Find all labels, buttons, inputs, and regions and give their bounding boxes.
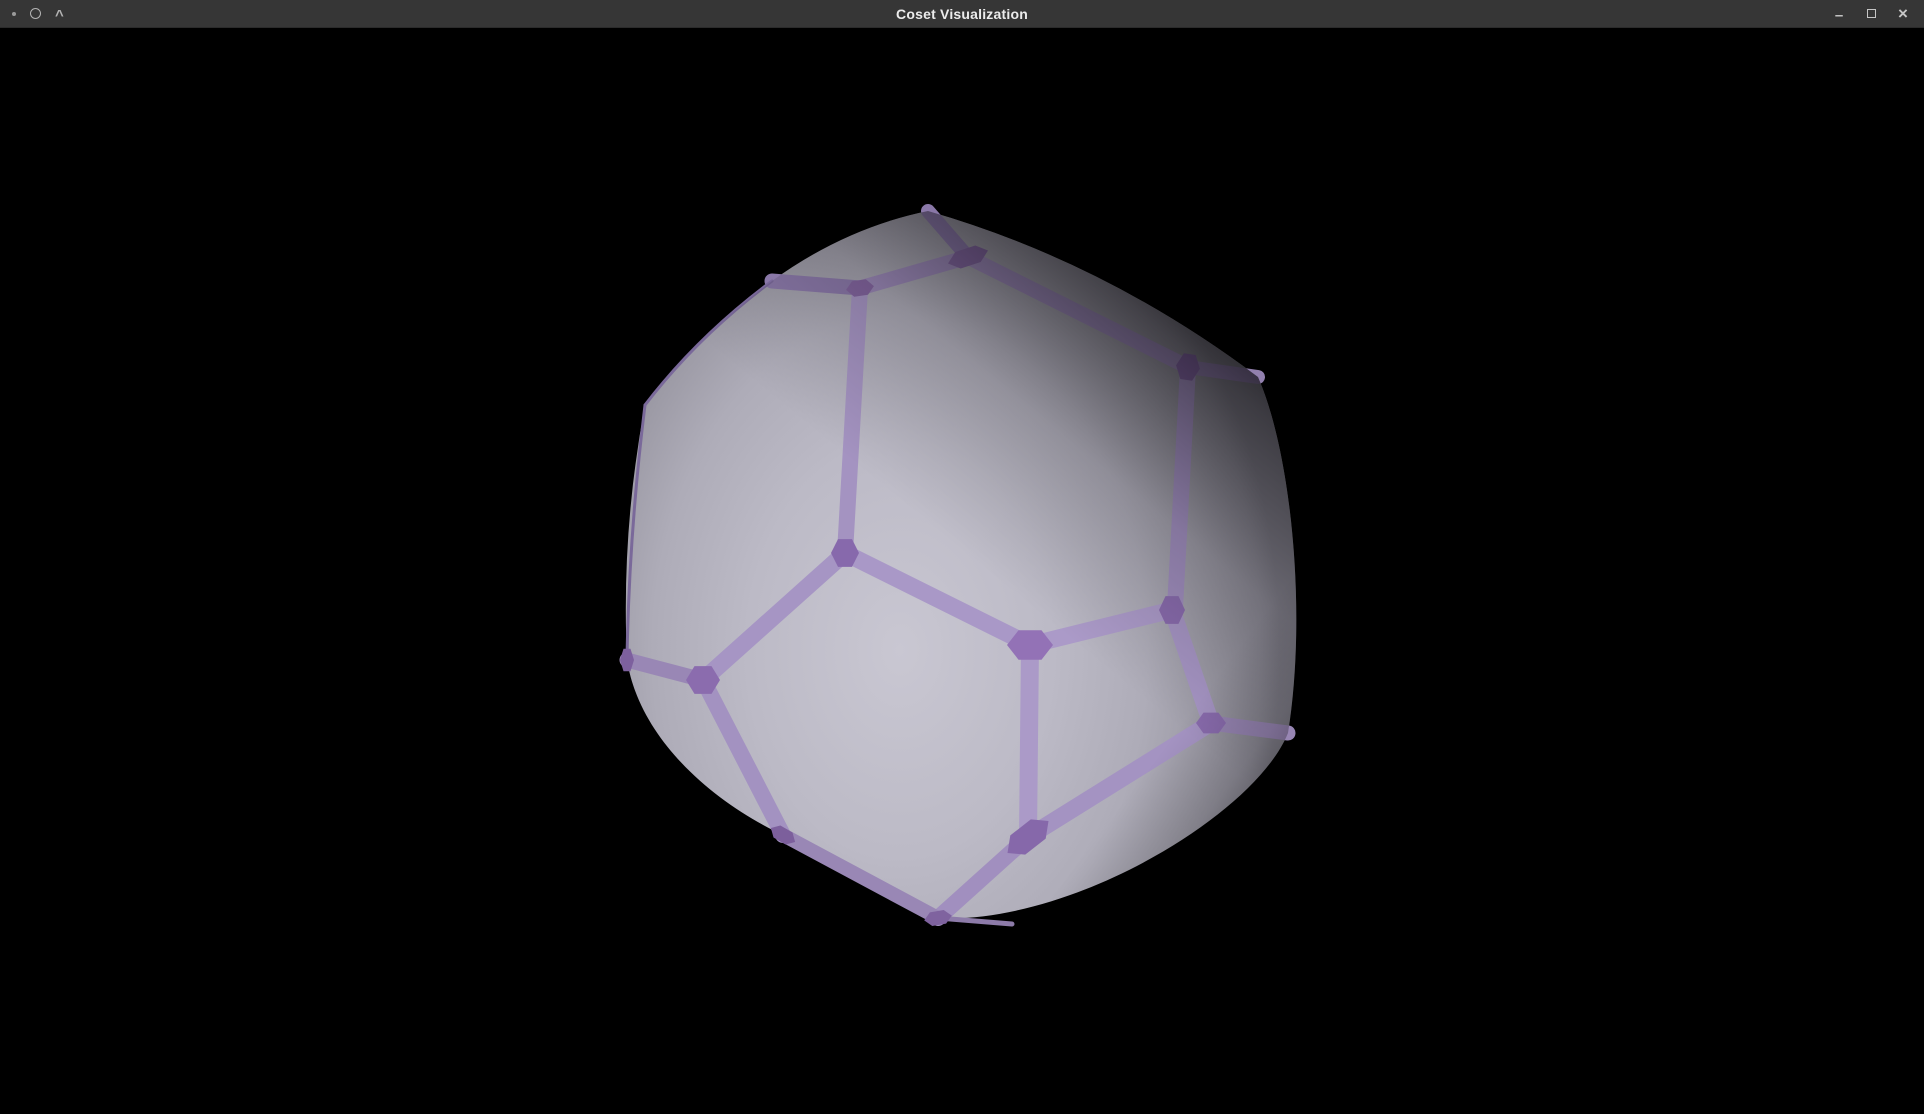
- window-controls: – ×: [1828, 0, 1924, 27]
- chevron-up-icon[interactable]: ^: [55, 11, 64, 21]
- viewport-3d[interactable]: [0, 0, 1924, 1114]
- close-button[interactable]: ×: [1892, 3, 1914, 25]
- dot-icon[interactable]: [12, 12, 16, 16]
- edge-NA: [772, 281, 860, 288]
- edge-EH: [1028, 645, 1030, 837]
- maximize-icon: [1867, 9, 1876, 18]
- app-window: { "window": { "title": "Coset Visualizat…: [0, 0, 1924, 1114]
- window-title: Coset Visualization: [0, 6, 1924, 22]
- maximize-button[interactable]: [1860, 3, 1882, 25]
- polyhedron-canvas: [0, 0, 1924, 1114]
- minimize-button[interactable]: –: [1828, 5, 1850, 27]
- titlebar-left-icons: ^: [0, 0, 64, 27]
- titlebar[interactable]: ^ Coset Visualization – ×: [0, 0, 1924, 28]
- circle-icon[interactable]: [30, 8, 41, 19]
